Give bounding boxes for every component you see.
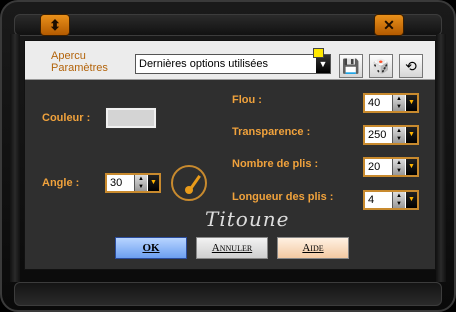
- up-arrow-icon[interactable]: ▲: [135, 175, 147, 183]
- down-arrow-icon[interactable]: ▼: [393, 135, 405, 143]
- transparence-label: Transparence :: [232, 126, 311, 138]
- transparence-spinner[interactable]: 250 ▲ ▼ ▼: [363, 125, 419, 145]
- angle-label: Angle :: [42, 177, 80, 189]
- preset-bar: Apercu Paramètres Dernières options util…: [25, 41, 435, 80]
- ok-button[interactable]: OK: [115, 237, 187, 259]
- plis-arrows[interactable]: ▲ ▼: [392, 159, 405, 175]
- angle-dial[interactable]: [171, 165, 207, 201]
- transparence-arrows[interactable]: ▲ ▼: [392, 127, 405, 143]
- dial-dot-icon: [185, 186, 193, 194]
- longueur-label: Longueur des plis :: [232, 191, 334, 203]
- up-arrow-icon[interactable]: ▲: [393, 159, 405, 167]
- angle-spinner[interactable]: 30 ▲ ▼ ▼: [105, 173, 161, 193]
- longueur-spinner[interactable]: 4 ▲ ▼ ▼: [363, 190, 419, 210]
- down-arrow-icon[interactable]: ▼: [393, 103, 405, 111]
- angle-arrows[interactable]: ▲ ▼: [134, 175, 147, 191]
- up-arrow-icon[interactable]: ▲: [393, 127, 405, 135]
- plis-value: 20: [368, 161, 381, 173]
- down-arrow-icon[interactable]: ▼: [393, 200, 405, 208]
- save-icon[interactable]: 💾: [339, 54, 363, 78]
- flou-label: Flou :: [232, 94, 262, 106]
- cancel-button[interactable]: Annuler: [196, 237, 268, 259]
- bottom-bar: [14, 282, 442, 306]
- longueur-arrows[interactable]: ▲ ▼: [392, 192, 405, 208]
- minimize-button[interactable]: ⬍: [40, 14, 70, 36]
- preview-label: Apercu: [51, 50, 86, 62]
- up-arrow-icon[interactable]: ▲: [393, 192, 405, 200]
- signature-watermark: Titoune: [205, 207, 290, 231]
- left-border: [10, 34, 20, 282]
- up-arrow-icon[interactable]: ▲: [393, 95, 405, 103]
- plis-label: Nombre de plis :: [232, 158, 319, 170]
- help-button[interactable]: Aide: [277, 237, 349, 259]
- parameters-label: Paramètres: [51, 62, 108, 74]
- flou-value: 40: [368, 97, 381, 109]
- couleur-label: Couleur :: [42, 112, 91, 124]
- preset-selected-value: Dernières options utilisées: [139, 58, 269, 70]
- flou-spinner[interactable]: 40 ▲ ▼ ▼: [363, 93, 419, 113]
- color-swatch[interactable]: [105, 107, 157, 129]
- flou-dropdown-icon[interactable]: ▼: [406, 95, 417, 111]
- longueur-dropdown-icon[interactable]: ▼: [406, 192, 417, 208]
- flou-arrows[interactable]: ▲ ▼: [392, 95, 405, 111]
- close-button[interactable]: ✕: [374, 14, 404, 36]
- reset-icon[interactable]: ⟲: [399, 54, 423, 78]
- plis-dropdown-icon[interactable]: ▼: [406, 159, 417, 175]
- transparence-value: 250: [368, 129, 387, 141]
- transparence-dropdown-icon[interactable]: ▼: [406, 127, 417, 143]
- down-arrow-icon[interactable]: ▼: [393, 167, 405, 175]
- preset-dropdown[interactable]: Dernières options utilisées ▼: [135, 54, 331, 74]
- angle-dropdown-icon[interactable]: ▼: [148, 175, 159, 191]
- plis-spinner[interactable]: 20 ▲ ▼ ▼: [363, 157, 419, 177]
- random-icon[interactable]: 🎲: [369, 54, 393, 78]
- preset-marker-icon: [313, 48, 324, 58]
- right-border: [436, 34, 446, 282]
- down-arrow-icon[interactable]: ▼: [135, 183, 147, 191]
- angle-value: 30: [110, 177, 123, 189]
- longueur-value: 4: [368, 194, 375, 206]
- dialog-body: Apercu Paramètres Dernières options util…: [24, 40, 436, 270]
